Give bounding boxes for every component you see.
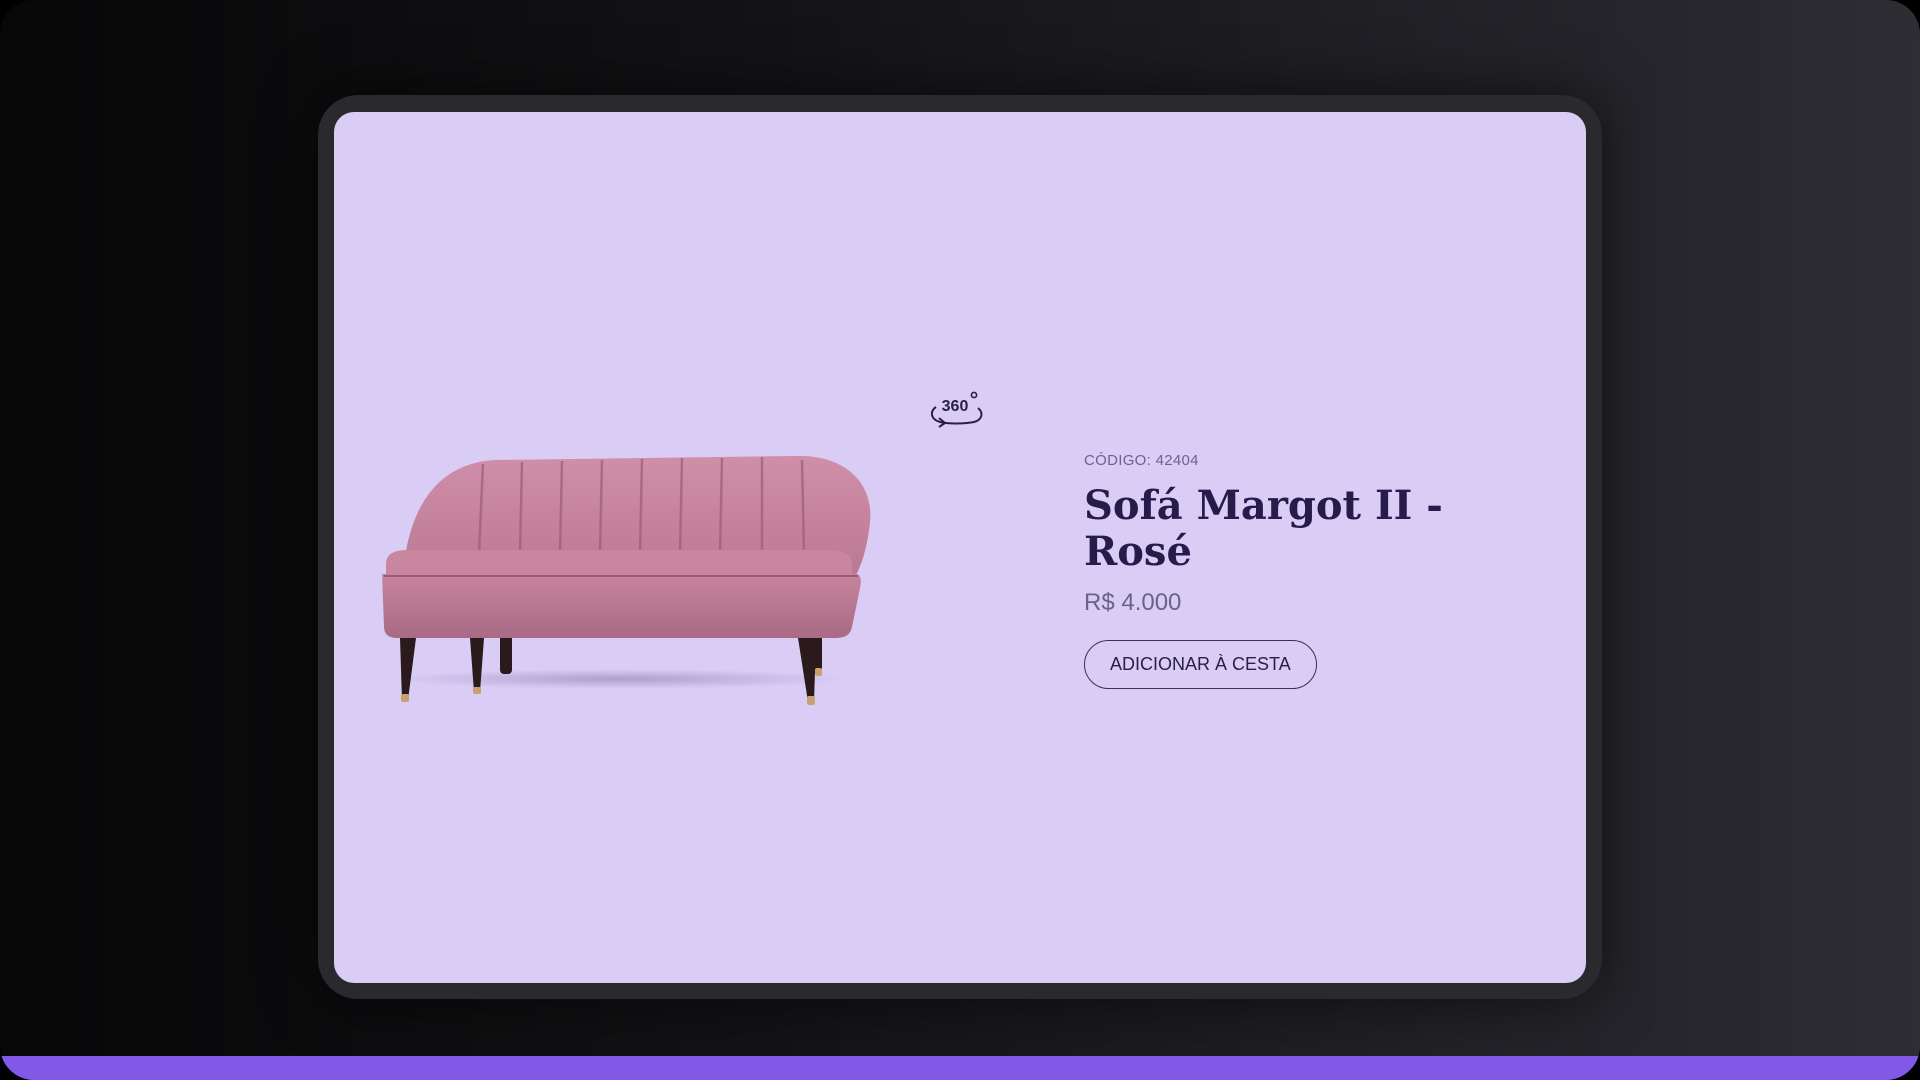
product-code-label: CÓDIGO:: [1084, 452, 1152, 469]
product-title: Sofá Margot II - Rosé: [1084, 482, 1443, 575]
presentation-background: 360 CÓDIGO: 42404 Sofá Margot II - Rosé R…: [0, 0, 1920, 1080]
product-price: R$ 4.000: [1084, 589, 1182, 616]
accent-bar: [0, 1056, 1920, 1080]
product-code-value: 42404: [1155, 452, 1199, 469]
360-rotate-icon[interactable]: 360: [928, 389, 986, 429]
product-code: CÓDIGO: 42404: [1084, 452, 1544, 469]
sofa-image: [382, 455, 871, 705]
360-label: 360: [942, 398, 969, 415]
product-screen: 360 CÓDIGO: 42404 Sofá Margot II - Rosé R…: [334, 112, 1586, 983]
add-to-cart-button[interactable]: ADICIONAR À CESTA: [1084, 640, 1317, 689]
tablet-frame: 360 CÓDIGO: 42404 Sofá Margot II - Rosé R…: [318, 95, 1602, 999]
product-info: CÓDIGO: 42404 Sofá Margot II - Rosé R$ 4.…: [1084, 452, 1544, 689]
